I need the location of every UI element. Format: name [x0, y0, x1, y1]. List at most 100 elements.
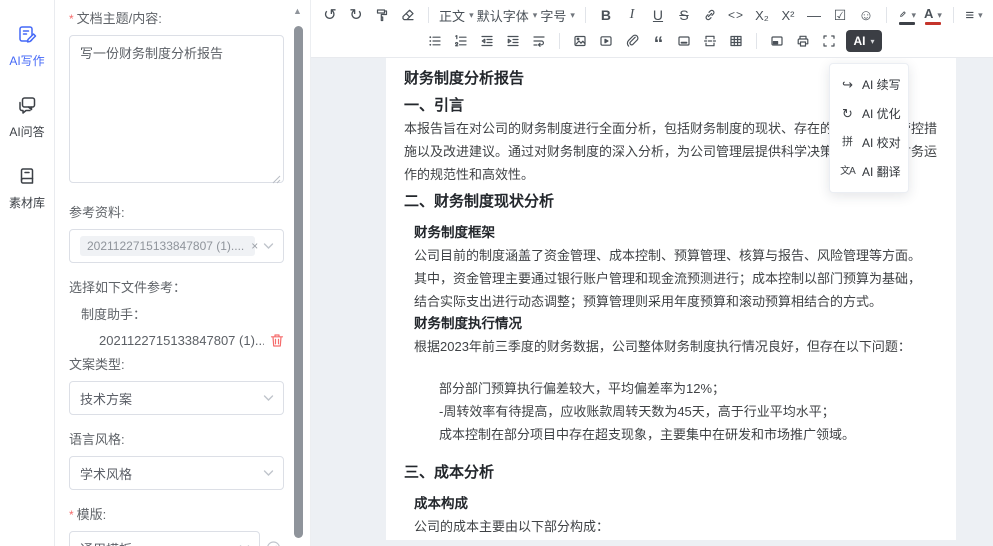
toolbar-row-2: “	[317, 28, 987, 54]
doc-subheading: 成本构成	[414, 493, 948, 515]
bullet-list-button[interactable]	[423, 29, 447, 53]
chevron-down-icon: ▾	[533, 10, 538, 21]
file-name: 2021122715133847807 (1)....	[99, 333, 264, 348]
scrollbar-thumb[interactable]	[294, 26, 303, 538]
chevron-down-icon: ▾	[978, 10, 983, 21]
reference-label: 参考资料:	[69, 202, 284, 221]
chevron-down-icon	[263, 470, 274, 477]
chevron-down-icon: ▾	[911, 10, 916, 21]
toolbar-divider	[756, 33, 757, 49]
emoji-button[interactable]: ☺	[854, 3, 878, 27]
bold-button[interactable]: B	[594, 3, 618, 27]
ai-proofread-icon: 拼	[840, 135, 855, 150]
style-label: 语言风格:	[69, 429, 284, 448]
library-icon	[17, 166, 37, 191]
toolbar-divider	[585, 7, 586, 23]
ai-dropdown-menu: ↪ AI 续写 ↻ AI 优化 拼 AI 校对 文A AI 翻译	[829, 63, 909, 193]
format-painter-button[interactable]	[370, 3, 394, 27]
menu-item-ai-translate[interactable]: 文A AI 翻译	[830, 157, 908, 186]
undo-button[interactable]: ↺	[318, 3, 342, 27]
nav-item-label: 素材库	[9, 194, 45, 211]
copy-type-label: 文案类型:	[69, 354, 284, 373]
doc-line: 公司的成本主要由以下部分构成：	[414, 515, 948, 538]
task-list-button[interactable]: ☑	[828, 3, 852, 27]
required-marker: *	[69, 12, 74, 26]
image-button[interactable]	[568, 29, 592, 53]
attachment-button[interactable]	[620, 29, 644, 53]
nav-item-ai-qa[interactable]: AI问答	[9, 95, 44, 140]
doc-line: 公司目前的制度涵盖了资金管理、成本控制、预算管理、核算与报告、风险管理等方面。	[414, 244, 948, 267]
ai-translate-icon: 文A	[840, 164, 855, 179]
embed-button[interactable]	[765, 29, 789, 53]
doc-line: 成本控制在部分项目中存在超支现象，主要集中在研发和市场推广领域。	[439, 423, 948, 446]
tag-close-icon[interactable]: ×	[251, 239, 258, 253]
doc-heading: 三、成本分析	[404, 462, 948, 484]
ai-dropdown-button[interactable]: AI▾	[846, 30, 881, 52]
style-value: 学术风格	[80, 464, 132, 483]
ai-optimize-icon: ↻	[840, 106, 855, 121]
blockquote-button[interactable]: “	[646, 29, 670, 53]
eraser-button[interactable]	[396, 3, 420, 27]
align-dropdown[interactable]: ≡▾	[962, 3, 986, 27]
font-family-dropdown[interactable]: 默认字体▾	[478, 3, 537, 27]
table-button[interactable]	[724, 29, 748, 53]
file-group-label: 制度助手：	[81, 304, 284, 323]
file-section-label: 选择如下文件参考：	[69, 277, 284, 296]
doc-subheading: 财务制度框架	[414, 222, 948, 244]
menu-item-label: AI 续写	[862, 76, 901, 93]
menu-item-label: AI 优化	[862, 105, 901, 122]
superscript-button[interactable]: X²	[776, 3, 800, 27]
copy-type-select[interactable]: 技术方案	[69, 381, 284, 415]
nav-item-label: AI写作	[9, 52, 44, 69]
font-color-dropdown[interactable]: A ▾	[921, 3, 945, 27]
toolbar-divider	[953, 7, 954, 23]
indent-button[interactable]	[501, 29, 525, 53]
form-panel: *文档主题/内容: 写一份财务制度分析报告 参考资料: 202112271513…	[55, 0, 310, 546]
horizontal-rule-button[interactable]: —	[802, 3, 826, 27]
scroll-up-icon[interactable]: ▲	[293, 6, 302, 16]
topic-input[interactable]: 写一份财务制度分析报告	[69, 35, 284, 183]
ai-qa-icon	[17, 95, 37, 120]
italic-button[interactable]: I	[620, 3, 644, 27]
reference-file-tag-text: 2021122715133847807 (1)....	[87, 239, 244, 253]
link-button[interactable]	[698, 3, 722, 27]
fullscreen-button[interactable]	[817, 29, 841, 53]
template-select[interactable]: 通用模板	[69, 531, 260, 546]
nav-item-ai-writing[interactable]: AI写作	[9, 24, 44, 69]
toolbar-divider	[886, 7, 887, 23]
strikethrough-button[interactable]: S	[672, 3, 696, 27]
print-button[interactable]	[791, 29, 815, 53]
font-size-dropdown[interactable]: 字号▾	[538, 3, 577, 27]
editor-canvas: 财务制度分析报告 一、引言 本报告旨在对公司的财务制度进行全面分析，包括财务制度…	[311, 58, 993, 546]
doc-line: -周转效率有待提高，应收账款周转天数为45天，高于行业平均水平；	[439, 400, 948, 423]
page-break-button[interactable]	[698, 29, 722, 53]
paragraph-style-dropdown[interactable]: 正文▾	[437, 3, 476, 27]
highlight-color-dropdown[interactable]: ▾	[895, 3, 919, 27]
required-marker: *	[69, 508, 74, 522]
template-label: *模版:	[69, 504, 284, 523]
menu-item-ai-optimize[interactable]: ↻ AI 优化	[830, 99, 908, 128]
text-wrap-button[interactable]	[527, 29, 551, 53]
font-color-bar	[925, 22, 941, 25]
nav-item-library[interactable]: 素材库	[9, 166, 45, 211]
trash-icon[interactable]	[270, 333, 284, 348]
topic-label: *文档主题/内容:	[69, 8, 284, 27]
chevron-down-icon: ▾	[937, 10, 942, 21]
form-scrollbar: ▲	[292, 0, 304, 546]
ordered-list-button[interactable]	[449, 29, 473, 53]
reference-select[interactable]: 2021122715133847807 (1).... ×	[69, 229, 284, 263]
video-button[interactable]	[594, 29, 618, 53]
underline-button[interactable]: U	[646, 3, 670, 27]
subscript-button[interactable]: X₂	[750, 3, 774, 27]
inline-code-button[interactable]: <>	[724, 3, 748, 27]
card-button[interactable]	[672, 29, 696, 53]
doc-line: 部分部门预算执行偏差较大，平均偏差率为12%；	[439, 377, 948, 400]
toolbar-divider	[428, 7, 429, 23]
toolbar-row-1: ↺ ↻ 正文▾ 默认字体▾ 字号▾ B I U S	[317, 2, 987, 28]
menu-item-ai-proofread[interactable]: 拼 AI 校对	[830, 128, 908, 157]
redo-button[interactable]: ↻	[344, 3, 368, 27]
style-select[interactable]: 学术风格	[69, 456, 284, 490]
outdent-button[interactable]	[475, 29, 499, 53]
doc-line: 根据2023年前三季度的财务数据，公司整体财务制度执行情况良好，但存在以下问题：	[414, 335, 948, 358]
menu-item-ai-continue[interactable]: ↪ AI 续写	[830, 70, 908, 99]
